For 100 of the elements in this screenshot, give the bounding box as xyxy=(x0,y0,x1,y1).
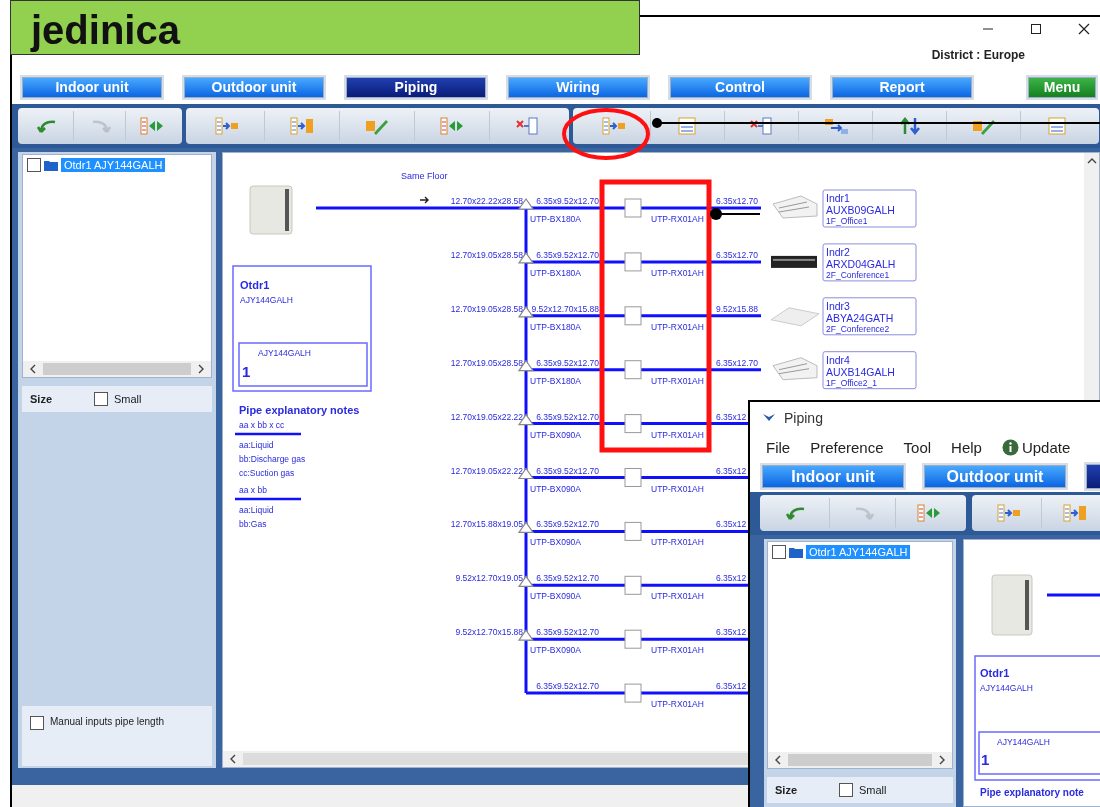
branch-kit-label: UTP-BX090A xyxy=(530,429,582,440)
scroll-left-icon[interactable] xyxy=(774,755,782,765)
pipe-size-label: 12.70x19.05x28.58 xyxy=(450,249,523,260)
unit-model: AUXB09GALH xyxy=(826,204,895,216)
horizontal-scrollbar[interactable] xyxy=(768,752,952,768)
fitting-icon xyxy=(624,468,642,487)
floor-label: Same Floor xyxy=(401,171,448,181)
pipe-size-label: 12.70x19.05x28.58 xyxy=(450,303,523,314)
joint-label: UTP-RX01AH xyxy=(651,429,704,440)
fitting-icon xyxy=(624,683,642,703)
pipe-size-label: 6.35x12.70 xyxy=(716,249,759,260)
pipe-size-label: 9.52x15.88 xyxy=(716,303,759,314)
scroll-right-icon[interactable] xyxy=(938,755,946,765)
pipe-size-label: 6.35x9.52x12.70 xyxy=(536,357,599,368)
fitting-icon xyxy=(624,414,642,434)
pipe-size-label: 6.35x12 xyxy=(716,411,747,422)
scroll-left-icon[interactable] xyxy=(29,364,37,374)
tree-item[interactable]: Otdr1 AJY144GALH xyxy=(61,158,166,172)
pipe-size-label: 6.35x12 xyxy=(716,465,747,476)
tab[interactable]: Piping xyxy=(346,76,486,98)
delete-list-icon xyxy=(748,116,775,136)
tree-item[interactable]: Otdr1 AJY144GALH xyxy=(806,545,911,559)
tab[interactable]: Outdoor unit xyxy=(184,76,324,98)
district-label: District : Europe xyxy=(931,48,1025,62)
checkbox[interactable] xyxy=(839,783,853,797)
move-arrow-icon xyxy=(822,116,849,136)
pipe-size-label: 6.35x9.52x12.70 xyxy=(536,573,599,584)
room-label: 1F_Office1 xyxy=(826,216,868,226)
info-icon xyxy=(1001,438,1019,456)
tab[interactable]: Report xyxy=(832,76,972,98)
scroll-left-icon[interactable] xyxy=(229,754,237,764)
pipe-size-label: 9.52x12.70x15.88 xyxy=(531,303,599,314)
checkbox-label: Small xyxy=(114,393,142,405)
branch-kit-label: UTP-BX090A xyxy=(530,591,582,602)
pipe-size-label: 6.35x12 xyxy=(716,681,747,692)
checkbox[interactable] xyxy=(94,392,108,406)
notes-title: Pipe explanatory note xyxy=(980,787,1084,798)
joint-label: UTP-RX01AH xyxy=(651,483,704,494)
close-icon[interactable] xyxy=(1078,22,1090,35)
delete-list-icon xyxy=(514,116,541,136)
tab[interactable]: Indoor unit xyxy=(22,76,162,98)
room-label: 2F_Conference1 xyxy=(826,269,890,280)
joint-label: UTP-RX01AH xyxy=(651,267,704,278)
list-arrows-icon xyxy=(139,116,165,136)
list-arrow-icon xyxy=(289,116,315,136)
notes-format: aa x bb x cc xyxy=(239,420,285,430)
unit-name: Otdr1 xyxy=(980,667,1010,679)
tab[interactable]: Wiring xyxy=(508,76,648,98)
checkbox[interactable] xyxy=(30,716,44,730)
pipe-size-label: 9.52x12.70x19.05 xyxy=(455,573,523,584)
pipe-size-label: 6.35x9.52x12.70 xyxy=(536,681,599,692)
checkbox[interactable] xyxy=(772,545,786,559)
pipe-line xyxy=(1047,593,1100,597)
branch-kit-label: UTP-BX180A xyxy=(530,214,582,224)
notes-line: bb:Discharge gas xyxy=(239,454,306,464)
joint-label: UTP-RX01AH xyxy=(651,699,704,710)
tab[interactable]: Menu xyxy=(1028,76,1096,98)
tab[interactable]: Outdoor unit xyxy=(924,465,1066,488)
fitting-icon xyxy=(624,521,642,541)
scroll-up-icon[interactable] xyxy=(1086,157,1097,165)
notes-line: aa:Liquid xyxy=(239,440,274,450)
underline-rule xyxy=(235,432,301,436)
menu-item[interactable]: File xyxy=(766,438,791,456)
room-label: 2F_Conference2 xyxy=(826,323,890,334)
indoor-unit-drawing xyxy=(771,255,817,268)
unit-name: Indr3 xyxy=(826,299,850,312)
list-arrows-icon xyxy=(439,116,465,136)
menu-item[interactable]: Help xyxy=(951,438,982,456)
pipe-size-label: 6.35x9.52x12.70 xyxy=(536,465,599,476)
fitting-icon xyxy=(624,575,642,595)
notes-title: Pipe explanatory notes xyxy=(239,404,360,416)
list-arrow-icon xyxy=(214,116,240,136)
menu-item[interactable]: Tool xyxy=(903,438,932,456)
fitting-icon xyxy=(624,360,642,380)
underline-rule xyxy=(235,497,301,501)
list-arrow-icon xyxy=(600,116,627,136)
scroll-right-icon[interactable] xyxy=(197,364,205,374)
unit-model: AJY144GALH xyxy=(980,683,1033,693)
pipe-size-label: 12.70x22.22x28.58 xyxy=(450,196,523,206)
tab[interactable]: Indoor unit xyxy=(762,465,904,488)
unit-name: Indr1 xyxy=(826,192,850,204)
pipe-size-label: 6.35x9.52x12.70 xyxy=(536,249,599,260)
unit-model: ARXD04GALH xyxy=(826,257,896,270)
fitting-icon xyxy=(624,252,642,272)
checkbox[interactable] xyxy=(27,158,41,172)
indoor-unit-drawing xyxy=(770,307,820,327)
menu-item[interactable]: Update xyxy=(1001,438,1071,456)
arrow-icon xyxy=(419,196,429,204)
folder-icon xyxy=(789,546,803,558)
outdoor-unit-drawing xyxy=(249,185,293,235)
tab[interactable]: Control xyxy=(670,76,810,98)
menu-item[interactable]: Preference xyxy=(810,438,884,456)
joint-label: UTP-RX01AH xyxy=(651,645,704,656)
fitting-icon xyxy=(624,198,642,218)
list-arrow-icon xyxy=(1062,503,1088,524)
indoor-unit-drawing xyxy=(772,357,818,381)
maximize-icon[interactable] xyxy=(1030,22,1042,35)
annotation-label: jedinica xyxy=(10,0,640,55)
horizontal-scrollbar[interactable] xyxy=(23,361,211,377)
unit-count: 1 xyxy=(981,751,990,768)
